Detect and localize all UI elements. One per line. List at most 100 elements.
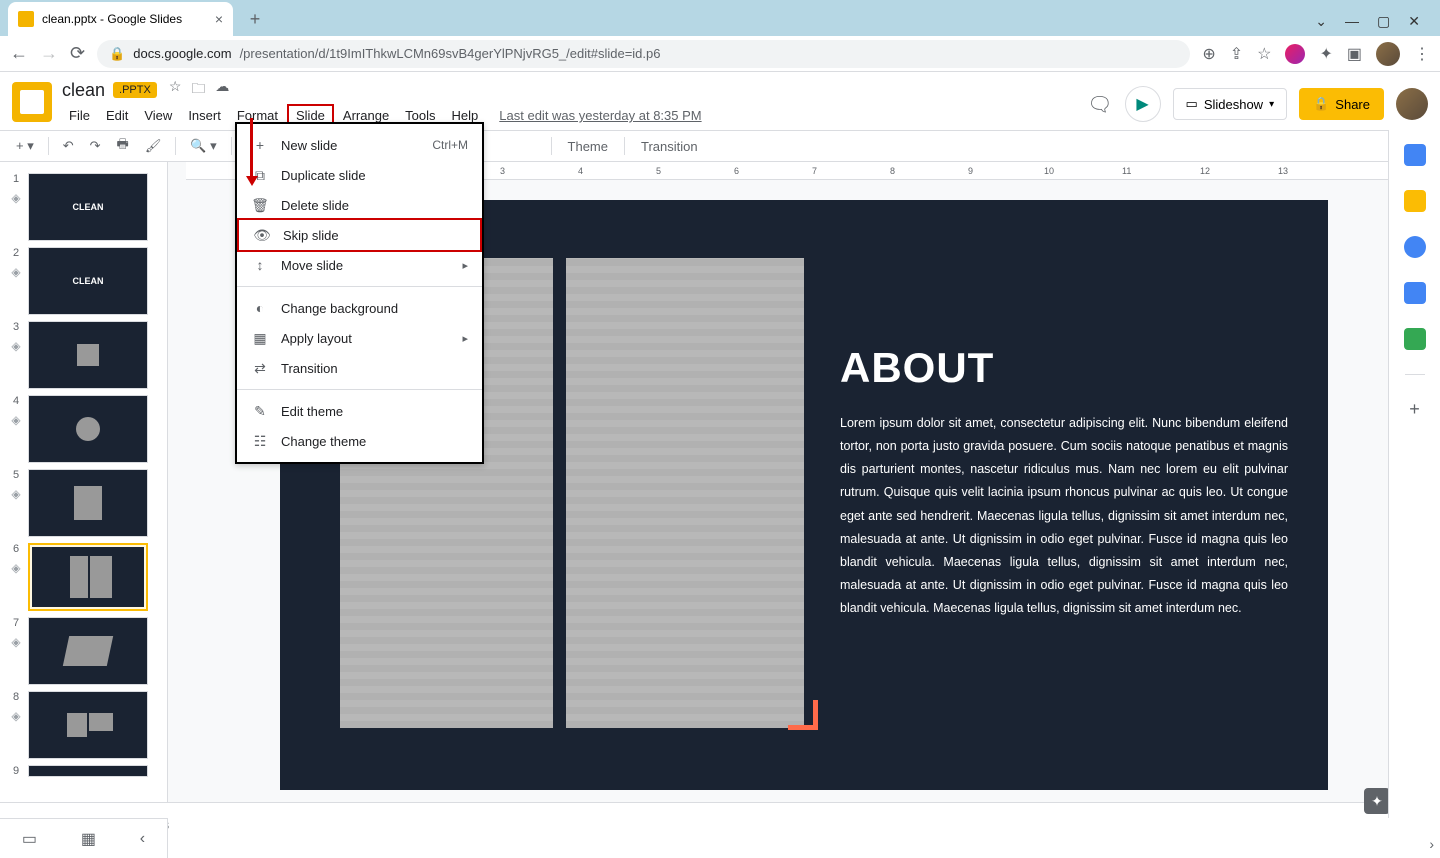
menu-file[interactable]: File xyxy=(62,106,97,125)
lock-icon: 🔒 xyxy=(109,46,125,62)
theme-button[interactable]: Theme xyxy=(560,139,616,154)
window-controls: ⌄ — ▢ ✕ xyxy=(1315,13,1440,36)
submenu-arrow-icon: ▸ xyxy=(462,259,468,272)
address-bar[interactable]: 🔒 docs.google.com/presentation/d/1t9ImIT… xyxy=(97,40,1190,68)
menu-view[interactable]: View xyxy=(137,106,179,125)
maps-icon[interactable] xyxy=(1404,328,1426,350)
back-button[interactable]: ← xyxy=(10,43,28,64)
text-block[interactable]: ABOUT Lorem ipsum dolor sit amet, consec… xyxy=(840,344,1288,620)
slide-body-text: Lorem ipsum dolor sit amet, consectetur … xyxy=(840,412,1288,620)
menu-insert[interactable]: Insert xyxy=(181,106,228,125)
theme-edit-icon: ✎ xyxy=(251,402,269,420)
extension-icon[interactable] xyxy=(1285,44,1305,64)
menu-delete-slide[interactable]: 🗑 Delete slide xyxy=(237,190,482,220)
keep-icon[interactable] xyxy=(1404,190,1426,212)
menu-item-label: Edit theme xyxy=(281,404,343,419)
maximize-icon[interactable]: ▢ xyxy=(1377,13,1390,30)
bookmark-icon[interactable]: ☆ xyxy=(1257,44,1271,64)
grid-view-icon[interactable]: ▦ xyxy=(81,829,96,849)
undo-button[interactable]: ↶ xyxy=(57,134,80,158)
sidepanel-icon[interactable]: ▣ xyxy=(1347,44,1362,64)
menu-transition[interactable]: ⇄ Transition xyxy=(237,353,482,383)
document-title[interactable]: clean xyxy=(62,80,105,101)
menu-apply-layout[interactable]: ▦ Apply layout ▸ xyxy=(237,323,482,353)
layout-icon: ▦ xyxy=(251,329,269,347)
tasks-icon[interactable] xyxy=(1404,236,1426,258)
thumbnail-item[interactable]: 8◈ xyxy=(0,688,167,762)
separator xyxy=(624,137,625,155)
close-window-icon[interactable]: ✕ xyxy=(1408,13,1420,30)
menu-skip-slide[interactable]: 👁 Skip slide xyxy=(237,218,482,252)
menu-new-slide[interactable]: + New slide Ctrl+M xyxy=(237,130,482,160)
menu-item-label: Duplicate slide xyxy=(281,168,366,183)
slideshow-label: Slideshow xyxy=(1204,97,1263,112)
add-addon-icon[interactable]: + xyxy=(1409,399,1420,420)
thumbnail-item[interactable]: 2◈ CLEAN xyxy=(0,244,167,318)
zoom-icon[interactable]: ⊕ xyxy=(1202,44,1215,64)
separator xyxy=(237,286,482,287)
shortcut-label: Ctrl+M xyxy=(432,138,468,152)
paint-format-button[interactable]: 🖌 xyxy=(139,134,168,158)
thumbnail-item[interactable]: 7◈ xyxy=(0,614,167,688)
toolbar: + ▾ ↶ ↷ 🖶 🖌 🔍 ▾ ↖ 𝖳 Theme Transition ⌃ xyxy=(0,130,1440,162)
menu-item-label: New slide xyxy=(281,138,337,153)
calendar-icon[interactable] xyxy=(1404,144,1426,166)
cloud-status-icon[interactable]: ☁ xyxy=(215,78,229,102)
tab-close-icon[interactable]: × xyxy=(215,11,223,27)
meet-button[interactable]: ▶ xyxy=(1125,86,1161,122)
chevron-down-icon[interactable]: ⌄ xyxy=(1315,13,1327,30)
menu-item-label: Transition xyxy=(281,361,338,376)
browser-toolbar: ← → ⟳ 🔒 docs.google.com/presentation/d/1… xyxy=(0,36,1440,72)
zoom-button[interactable]: 🔍 ▾ xyxy=(184,134,222,158)
move-icon[interactable]: 🗀 xyxy=(191,78,205,102)
browser-tab[interactable]: clean.pptx - Google Slides × xyxy=(8,2,233,36)
thumbnail-panel[interactable]: 1◈ CLEAN 2◈ CLEAN 3◈ 4◈ 5◈ 6◈ 7◈ 8◈ xyxy=(0,162,168,802)
reload-button[interactable]: ⟳ xyxy=(70,43,85,64)
thumbnail-item[interactable]: 4◈ xyxy=(0,392,167,466)
slide-number: 3 xyxy=(13,321,19,333)
corner-decoration xyxy=(788,700,818,730)
browser-profile-avatar[interactable] xyxy=(1376,42,1400,66)
menu-edit[interactable]: Edit xyxy=(99,106,135,125)
menu-move-slide[interactable]: ↕ Move slide ▸ xyxy=(237,250,482,280)
browser-menu-icon[interactable]: ⋮ xyxy=(1414,44,1430,64)
slides-logo-icon[interactable] xyxy=(12,82,52,122)
share-button[interactable]: 🔒 Share xyxy=(1299,88,1384,120)
slideshow-button[interactable]: ▭ Slideshow ▾ xyxy=(1173,88,1288,120)
forward-button[interactable]: → xyxy=(40,43,58,64)
hide-sidepanel-icon[interactable]: › xyxy=(1429,836,1434,852)
thumbnail-item[interactable]: 5◈ xyxy=(0,466,167,540)
menu-duplicate-slide[interactable]: ⧉ Duplicate slide xyxy=(237,160,482,190)
print-button[interactable]: 🖶 xyxy=(111,131,135,161)
slide-number: 5 xyxy=(13,469,19,481)
redo-button[interactable]: ↷ xyxy=(84,134,107,158)
comment-history-icon[interactable]: 🗨 xyxy=(1087,92,1112,117)
new-tab-button[interactable]: + xyxy=(241,5,269,33)
menu-change-background[interactable]: ◐ Change background xyxy=(237,293,482,323)
menu-edit-theme[interactable]: ✎ Edit theme xyxy=(237,396,482,426)
account-avatar[interactable] xyxy=(1396,88,1428,120)
contacts-icon[interactable] xyxy=(1404,282,1426,304)
image-placeholder[interactable] xyxy=(566,258,804,728)
last-edit-link[interactable]: Last edit was yesterday at 8:35 PM xyxy=(499,108,701,123)
minimize-icon[interactable]: — xyxy=(1345,13,1359,30)
speaker-notes[interactable]: Click to add speaker notes xyxy=(0,802,1440,846)
transition-button[interactable]: Transition xyxy=(633,139,706,154)
extensions-icon[interactable]: ✦ xyxy=(1319,44,1332,64)
lock-icon: 🔒 xyxy=(1313,96,1329,112)
thumbnail-item[interactable]: 9 xyxy=(0,762,167,780)
menu-change-theme[interactable]: ☷ Change theme xyxy=(237,426,482,456)
thumbnail-item[interactable]: 3◈ xyxy=(0,318,167,392)
collapse-panel-icon[interactable]: ‹ xyxy=(140,830,145,848)
share-page-icon[interactable]: ⇪ xyxy=(1230,44,1243,64)
star-icon[interactable]: ☆ xyxy=(169,78,182,102)
menu-item-label: Change background xyxy=(281,301,398,316)
slide-number: 1 xyxy=(13,173,19,185)
thumbnail-item[interactable]: 6◈ xyxy=(0,540,167,614)
chevron-down-icon: ▾ xyxy=(1269,99,1274,110)
separator xyxy=(48,137,49,155)
thumbnail-item[interactable]: 1◈ CLEAN xyxy=(0,170,167,244)
filmstrip-view-icon[interactable]: ▭ xyxy=(22,829,37,849)
explore-button[interactable]: ✦ xyxy=(1364,788,1390,814)
new-slide-button[interactable]: + ▾ xyxy=(10,134,40,158)
